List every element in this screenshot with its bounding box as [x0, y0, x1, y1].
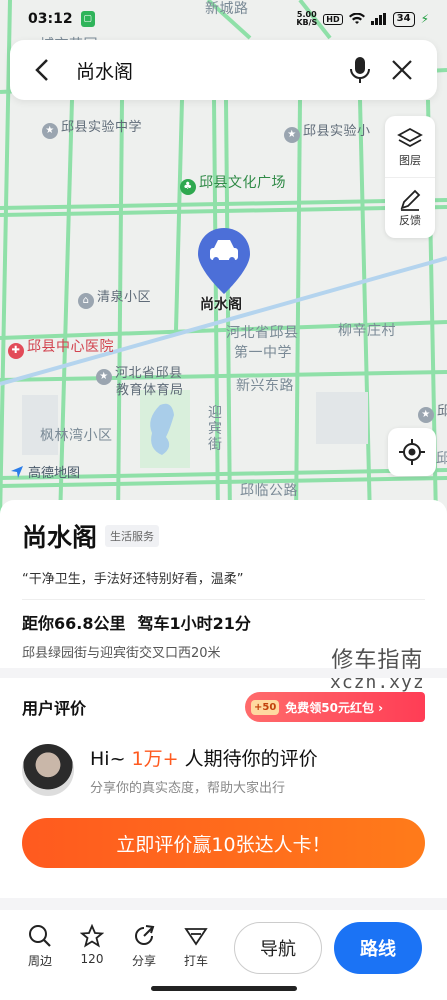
poi-exp-school-left[interactable]: ★ 邱县实验中学 — [42, 116, 142, 139]
place-pin-car-icon[interactable] — [196, 226, 252, 296]
pin-label: 尚水阁 — [200, 297, 242, 313]
home-indicator — [151, 986, 297, 991]
net-speed: 5.00 KB/S — [296, 10, 318, 27]
review-prompt-subtitle: 分享你的真实态度，帮助大家出行 — [90, 781, 286, 796]
locate-me-button[interactable] — [388, 428, 436, 476]
share-icon — [135, 925, 155, 945]
notification-app-icon: ▢ — [80, 11, 95, 27]
map-label-yingbin-street: 迎宾街 — [208, 405, 223, 453]
map-label-xinxing-road: 新兴东路 — [236, 378, 294, 394]
map-controls: 图层 反馈 — [385, 116, 435, 238]
status-time: 03:12 — [28, 11, 73, 27]
favorite-button[interactable]: 120 — [66, 922, 118, 966]
divider — [22, 599, 425, 600]
review-quote: “干净卫生，手法好还特别好看，温柔” — [22, 572, 244, 587]
share-button[interactable]: 分享 — [118, 922, 170, 969]
coupon-badge: +50 — [251, 699, 280, 715]
taxi-icon — [184, 928, 208, 946]
layers-button[interactable]: 图层 — [385, 116, 435, 177]
amap-logo: 高德地图 — [10, 462, 80, 481]
locate-icon — [399, 439, 425, 465]
battery-icon: 34 — [392, 11, 415, 27]
clear-search-button[interactable] — [385, 53, 419, 87]
poi-exp-school-right[interactable]: ★ 邱县实验小 — [284, 120, 371, 143]
hospital-icon: ✚ — [8, 343, 24, 359]
place-sheet: 尚水阁 生活服务 “干净卫生，手法好还特别好看，温柔” 距你66.8公里 驾车1小… — [0, 500, 447, 910]
place-info-card[interactable]: 尚水阁 生活服务 “干净卫生，手法好还特别好看，温柔” 距你66.8公里 驾车1小… — [0, 500, 447, 668]
search-bar[interactable]: 尚水阁 — [10, 40, 437, 100]
status-bar: 03:12 ▢ 5.00 KB/S HD 34 ⚡ — [0, 0, 447, 38]
map-label-no1-school-b: 第一中学 — [234, 345, 292, 361]
map-label-qiulin-road: 邱临公路 — [240, 483, 298, 499]
navigate-button[interactable]: 导航 — [234, 922, 322, 974]
park-icon: ♣ — [180, 179, 196, 195]
watermark: 修车指南 xczn.xyz — [330, 648, 425, 694]
wifi-icon — [348, 13, 365, 24]
poi-hospital[interactable]: ✚ 邱县中心医院 — [8, 336, 114, 359]
distance-row: 距你66.8公里 驾车1小时21分 — [22, 610, 425, 634]
poi-edge-q[interactable]: ★ 邱 — [418, 400, 447, 423]
taxi-button[interactable]: 打车 — [170, 922, 222, 969]
government-icon: ★ — [96, 369, 112, 385]
nearby-button[interactable]: 周边 — [14, 922, 66, 969]
category-tag: 生活服务 — [105, 525, 160, 547]
back-arrow-icon[interactable] — [28, 55, 58, 85]
review-card: 用户评价 +50 免费领50元红包 › Hi~ 1万+ 人期待你的评价 分享你的… — [0, 678, 447, 898]
map-label-edu-bureau-b: 教育体育局 — [116, 383, 184, 398]
review-prompt-title: Hi~ 1万+ 人期待你的评价 — [90, 748, 318, 770]
amap-logo-icon — [11, 465, 23, 478]
star-icon — [80, 924, 104, 948]
poi-qingquan[interactable]: ⌂ 清泉小区 — [78, 286, 151, 309]
write-review-button[interactable]: 立即评价赢10张达人卡！ — [22, 818, 425, 868]
poi-culture-square[interactable]: ♣ 邱县文化广场 — [180, 172, 286, 195]
poi-icon: ★ — [418, 407, 434, 423]
coupon-text: 免费领50元红包 › — [285, 700, 384, 715]
map-label-no1-school-a: 河北省邱县 — [226, 325, 299, 341]
school-icon: ★ — [42, 123, 58, 139]
pencil-icon — [400, 189, 421, 211]
avatar — [22, 744, 74, 796]
reviews-title: 用户评价 — [22, 699, 87, 718]
layers-icon — [397, 127, 423, 147]
review-prompt: Hi~ 1万+ 人期待你的评价 分享你的真实态度，帮助大家出行 — [22, 744, 425, 796]
residential-icon: ⌂ — [78, 293, 94, 309]
map-label-edge-r: 邱 — [436, 451, 447, 467]
feedback-button[interactable]: 反馈 — [385, 177, 435, 238]
drive-time: 驾车1小时21分 — [137, 614, 251, 633]
search-query[interactable]: 尚水阁 — [76, 57, 335, 84]
charging-icon: ⚡ — [420, 12, 429, 26]
hd-badge: HD — [323, 13, 343, 25]
school-icon: ★ — [284, 127, 300, 143]
signal-icon — [370, 13, 386, 25]
map-label-liuxin: 柳辛庄村 — [338, 323, 396, 339]
search-icon — [29, 925, 51, 947]
distance: 距你66.8公里 — [22, 614, 126, 633]
voice-input-button[interactable] — [343, 53, 377, 87]
close-icon — [392, 60, 412, 80]
microphone-icon — [350, 57, 370, 83]
map-label-fenglinwan: 枫林湾小区 — [40, 428, 113, 444]
coupon-banner[interactable]: +50 免费领50元红包 › — [245, 692, 425, 722]
place-name: 尚水阁 — [22, 523, 98, 552]
route-button[interactable]: 路线 — [334, 922, 422, 974]
